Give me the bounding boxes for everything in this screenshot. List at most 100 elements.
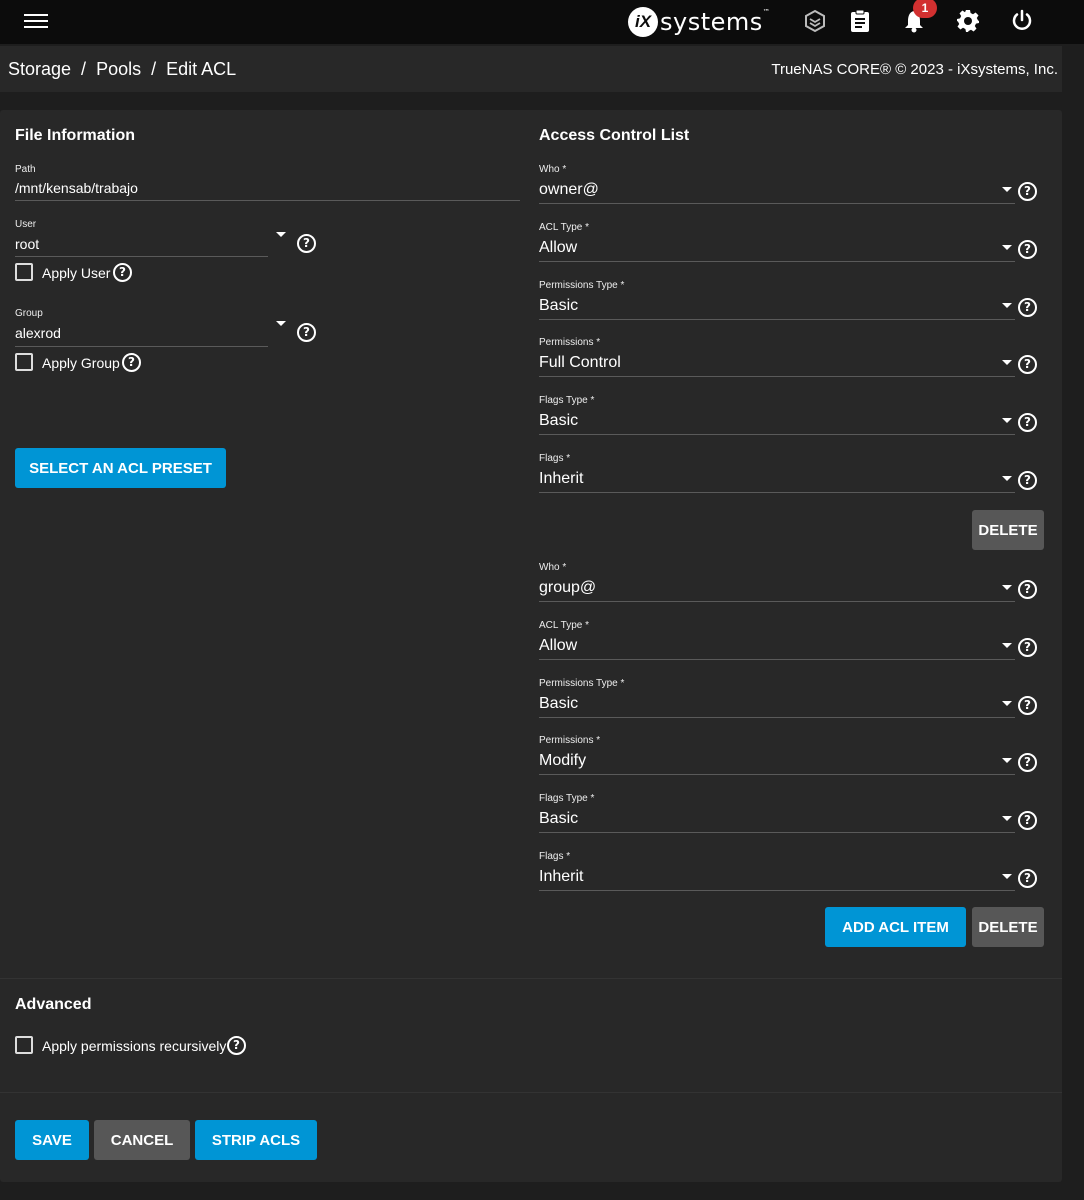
permissions-select[interactable]: Full Control: [539, 354, 621, 372]
breadcrumb-separator: /: [151, 59, 157, 79]
gear-icon[interactable]: [955, 8, 981, 34]
user-dropdown-icon[interactable]: [276, 232, 286, 237]
permissions-type-label: Permissions Type *: [539, 280, 625, 291]
user-underline: [15, 256, 268, 257]
permissions-type-help-icon[interactable]: ?: [1018, 696, 1037, 715]
permissions-type-dropdown-icon[interactable]: [1002, 303, 1012, 308]
save-button[interactable]: SAVE: [15, 1120, 89, 1160]
delete-acl-item-button[interactable]: DELETE: [972, 907, 1044, 947]
who-dropdown-icon[interactable]: [1002, 585, 1012, 590]
acl-type-select[interactable]: Allow: [539, 637, 577, 655]
permissions-type-select[interactable]: Basic: [539, 297, 578, 315]
hamburger-menu-icon[interactable]: [24, 11, 48, 31]
apply-user-checkbox[interactable]: [15, 263, 33, 281]
flags-dropdown-icon[interactable]: [1002, 874, 1012, 879]
apply-recursively-checkbox[interactable]: [15, 1036, 33, 1054]
select-acl-preset-button[interactable]: SELECT AN ACL PRESET: [15, 448, 226, 488]
flags-select[interactable]: Inherit: [539, 470, 583, 488]
flags-type-help-icon[interactable]: ?: [1018, 413, 1037, 432]
flags-label: Flags *: [539, 453, 571, 464]
who-select[interactable]: group@: [539, 579, 596, 597]
permissions-type-dropdown-icon[interactable]: [1002, 701, 1012, 706]
apply-user-label: Apply User: [42, 265, 111, 281]
section-divider: [0, 1092, 1062, 1093]
permissions-dropdown-icon[interactable]: [1002, 360, 1012, 365]
cancel-button[interactable]: CANCEL: [94, 1120, 190, 1160]
permissions-type-select[interactable]: Basic: [539, 695, 578, 713]
permissions-type-help-icon[interactable]: ?: [1018, 298, 1037, 317]
acl-type-help-icon[interactable]: ?: [1018, 638, 1037, 657]
apply-group-help-icon[interactable]: ?: [122, 353, 141, 372]
flags-type-dropdown-icon[interactable]: [1002, 418, 1012, 423]
copyright-text: TrueNAS CORE® © 2023 - iXsystems, Inc.: [771, 61, 1058, 78]
permissions-type-underline: [539, 319, 1015, 320]
acl-type-underline: [539, 261, 1015, 262]
who-underline: [539, 601, 1015, 602]
group-dropdown-icon[interactable]: [276, 321, 286, 326]
who-help-icon[interactable]: ?: [1018, 182, 1037, 201]
permissions-help-icon[interactable]: ?: [1018, 753, 1037, 772]
acl-type-select[interactable]: Allow: [539, 239, 577, 257]
flags-type-dropdown-icon[interactable]: [1002, 816, 1012, 821]
access-control-list-title: Access Control List: [539, 127, 690, 144]
flags-help-icon[interactable]: ?: [1018, 471, 1037, 490]
truecommand-icon[interactable]: [802, 8, 828, 34]
flags-underline: [539, 890, 1015, 891]
who-dropdown-icon[interactable]: [1002, 187, 1012, 192]
permissions-select[interactable]: Modify: [539, 752, 586, 770]
user-help-icon[interactable]: ?: [297, 234, 316, 253]
flags-dropdown-icon[interactable]: [1002, 476, 1012, 481]
breadcrumb: Storage / Pools / Edit ACL: [8, 59, 236, 80]
breadcrumb-pools[interactable]: Pools: [96, 59, 141, 80]
acl-type-label: ACL Type *: [539, 620, 590, 631]
notification-badge: 1: [913, 0, 937, 18]
group-select[interactable]: alexrod: [15, 325, 61, 341]
power-icon[interactable]: [1009, 8, 1035, 34]
flags-type-help-icon[interactable]: ?: [1018, 811, 1037, 830]
flags-select[interactable]: Inherit: [539, 868, 583, 886]
delete-acl-item-button[interactable]: DELETE: [972, 510, 1044, 550]
path-label: Path: [15, 164, 36, 175]
apply-recursively-label: Apply permissions recursively: [42, 1038, 227, 1054]
flags-underline: [539, 492, 1015, 493]
apply-user-help-icon[interactable]: ?: [113, 263, 132, 282]
flags-type-label: Flags Type *: [539, 793, 595, 804]
who-help-icon[interactable]: ?: [1018, 580, 1037, 599]
path-value: /mnt/kensab/trabajo: [15, 180, 138, 196]
permissions-underline: [539, 774, 1015, 775]
flags-type-underline: [539, 434, 1015, 435]
breadcrumb-storage[interactable]: Storage: [8, 59, 71, 80]
permissions-dropdown-icon[interactable]: [1002, 758, 1012, 763]
ix-logo-mark: iX: [628, 7, 658, 37]
who-underline: [539, 203, 1015, 204]
acl-type-dropdown-icon[interactable]: [1002, 245, 1012, 250]
group-underline: [15, 346, 268, 347]
permissions-type-underline: [539, 717, 1015, 718]
file-information-title: File Information: [15, 127, 135, 144]
edit-acl-card: File Information Path /mnt/kensab/trabaj…: [0, 110, 1062, 1182]
permissions-underline: [539, 376, 1015, 377]
permissions-help-icon[interactable]: ?: [1018, 355, 1037, 374]
apply-group-checkbox[interactable]: [15, 353, 33, 371]
add-acl-item-button[interactable]: ADD ACL ITEM: [825, 907, 966, 947]
ixsystems-logo: iX systems™: [628, 5, 770, 39]
user-select[interactable]: root: [15, 236, 39, 252]
flags-label: Flags *: [539, 851, 571, 862]
breadcrumb-separator: /: [81, 59, 87, 79]
flags-help-icon[interactable]: ?: [1018, 869, 1037, 888]
group-help-icon[interactable]: ?: [297, 323, 316, 342]
page-header: Storage / Pools / Edit ACL TrueNAS CORE®…: [0, 46, 1062, 92]
flags-type-select[interactable]: Basic: [539, 810, 578, 828]
flags-type-select[interactable]: Basic: [539, 412, 578, 430]
strip-acls-button[interactable]: STRIP ACLS: [195, 1120, 317, 1160]
who-label: Who *: [539, 562, 567, 573]
who-select[interactable]: owner@: [539, 181, 599, 199]
logo-text: systems™: [660, 8, 771, 36]
acl-type-help-icon[interactable]: ?: [1018, 240, 1037, 259]
permissions-type-label: Permissions Type *: [539, 678, 625, 689]
clipboard-icon[interactable]: [847, 8, 873, 34]
breadcrumb-edit-acl: Edit ACL: [166, 59, 237, 79]
flags-type-label: Flags Type *: [539, 395, 595, 406]
acl-type-dropdown-icon[interactable]: [1002, 643, 1012, 648]
apply-recursively-help-icon[interactable]: ?: [227, 1036, 246, 1055]
